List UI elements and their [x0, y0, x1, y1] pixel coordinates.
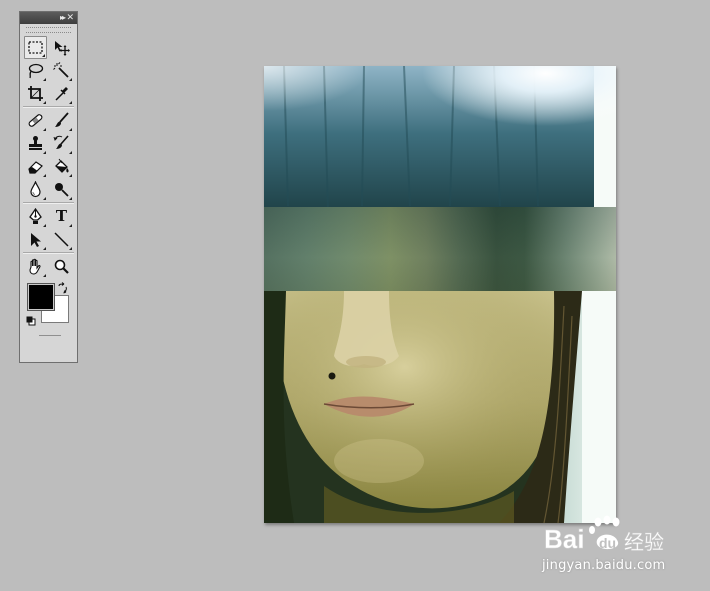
- toolbar-divider: [23, 202, 74, 204]
- magic-wand-icon: [53, 62, 70, 79]
- move-icon: [53, 39, 70, 56]
- eyedropper-icon: [53, 85, 70, 102]
- document-canvas[interactable]: [264, 66, 616, 523]
- brush-icon: [53, 112, 70, 129]
- baidu-jingyan-watermark: Bai du 经验 jingyan.baidu.com: [542, 514, 702, 578]
- paint-bucket-icon: [53, 158, 70, 175]
- rectangular-marquee-tool[interactable]: [24, 36, 47, 59]
- type-tool[interactable]: T: [50, 205, 73, 228]
- collapse-panel-icon[interactable]: ▸▸: [60, 12, 66, 24]
- magnifier-icon: [53, 258, 70, 275]
- svg-text:Bai: Bai: [544, 524, 584, 554]
- baidu-jingyan-logo: Bai du 经验: [544, 515, 664, 554]
- toolbar-divider: [23, 106, 74, 108]
- blur-tool[interactable]: [24, 178, 47, 201]
- history-brush-icon: [53, 135, 70, 152]
- dodge-tool[interactable]: [50, 178, 73, 201]
- move-tool[interactable]: [50, 36, 73, 59]
- stamp-icon: [27, 135, 44, 152]
- tools-panel-titlebar[interactable]: ▸▸ ✕: [20, 12, 77, 24]
- bandage-icon: [27, 112, 44, 129]
- arrow-icon: [27, 231, 44, 248]
- tools-panel: ▸▸ ✕ T: [19, 11, 78, 363]
- foreground-color-swatch[interactable]: [27, 283, 55, 311]
- crop-icon: [27, 85, 44, 102]
- default-colors-icon[interactable]: [26, 313, 36, 326]
- pen-tool[interactable]: [24, 205, 47, 228]
- lasso-icon: [27, 62, 44, 79]
- hand-icon: [27, 258, 44, 275]
- mosaic-censor-bar: [264, 207, 616, 291]
- healing-brush-tool[interactable]: [24, 109, 47, 132]
- svg-text:du: du: [599, 535, 616, 551]
- pen-icon: [27, 208, 44, 225]
- quick-mask-mode[interactable]: [39, 335, 61, 336]
- crop-tool[interactable]: [24, 82, 47, 105]
- close-panel-icon[interactable]: ✕: [66, 12, 74, 24]
- eyedropper-tool[interactable]: [50, 82, 73, 105]
- drop-icon: [27, 181, 44, 198]
- eraser-tool[interactable]: [24, 155, 47, 178]
- type-icon: T: [55, 207, 68, 225]
- zoom-tool[interactable]: [50, 255, 73, 278]
- color-swatches: [20, 281, 77, 336]
- path-selection-tool[interactable]: [24, 228, 47, 251]
- clone-stamp-tool[interactable]: [24, 132, 47, 155]
- hand-tool[interactable]: [24, 255, 47, 278]
- dodge-icon: [53, 181, 70, 198]
- history-brush-tool[interactable]: [50, 132, 73, 155]
- watermark-url: jingyan.baidu.com: [542, 558, 666, 573]
- swap-colors-icon[interactable]: [57, 281, 69, 294]
- paint-bucket-tool[interactable]: [50, 155, 73, 178]
- eraser-icon: [27, 158, 44, 175]
- line-icon: [53, 231, 70, 248]
- lasso-tool[interactable]: [24, 59, 47, 82]
- svg-text:经验: 经验: [624, 530, 664, 554]
- magic-wand-tool[interactable]: [50, 59, 73, 82]
- panel-grip[interactable]: [26, 27, 71, 33]
- brush-tool[interactable]: [50, 109, 73, 132]
- toolbar-divider: [23, 252, 74, 254]
- line-tool[interactable]: [50, 228, 73, 251]
- photo-image: [264, 66, 616, 523]
